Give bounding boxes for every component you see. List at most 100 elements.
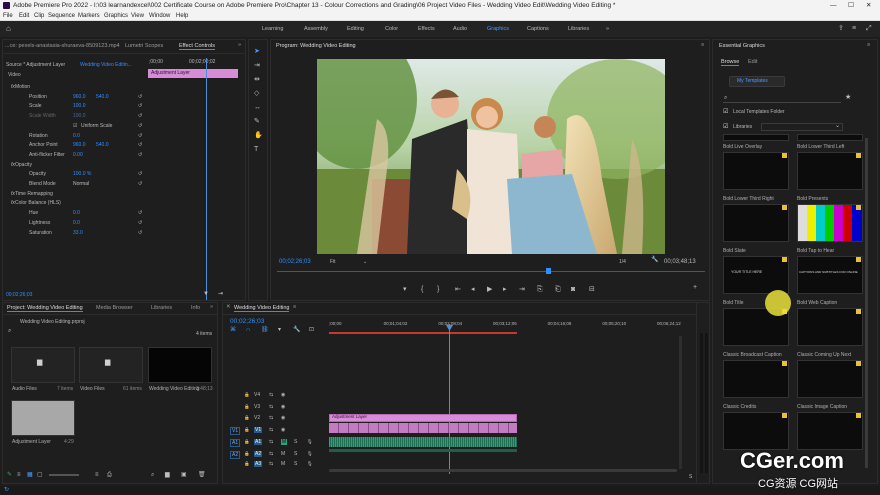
source-patch-label[interactable]: A1 [230,439,241,447]
sync-lock-icon[interactable]: ⇆ [269,404,273,410]
source-patch-label[interactable]: A2 [230,451,241,459]
template-thumbnail[interactable] [797,308,863,346]
marker-icon[interactable]: ▾ [403,286,407,294]
track-lock-icon[interactable]: 🔒 [244,427,250,433]
track-select-tool-icon[interactable]: ⇥ [254,62,260,70]
template-thumbnail[interactable] [723,152,789,190]
sync-lock-icon[interactable]: ⇆ [269,439,273,445]
lift-icon[interactable]: ⎘ [537,286,543,294]
reset-icon[interactable]: ↺ [138,210,142,216]
menu-help[interactable]: Help [176,11,188,21]
effect-row-value[interactable]: 0.0 [73,133,80,139]
template-thumbnail[interactable] [723,204,789,242]
fx-icon[interactable]: fx [11,162,15,168]
local-templates-checkbox[interactable]: ☑ [723,108,728,116]
fit-dropdown[interactable]: Fit [330,259,336,265]
favorite-star-icon[interactable]: ★ [845,94,851,102]
voiceover-mic-icon[interactable]: 🎙 [307,451,313,457]
type-tool-icon[interactable]: T [254,146,258,154]
toggle-output-eye-icon[interactable]: ◉ [281,427,285,433]
fit-chevron-icon[interactable]: ⌄ [363,259,367,265]
export-icon[interactable]: ⇥ [218,290,223,298]
automate-icon[interactable]: ⎙ [107,471,112,479]
panel-menu-icon[interactable]: ≡ [867,42,870,48]
track-label[interactable]: A2 [254,451,263,457]
workspace-audio[interactable]: Audio [453,21,467,37]
project-menu-icon[interactable]: » [210,304,213,310]
reset-icon[interactable]: ↺ [138,142,142,148]
minimize-button[interactable]: — [830,0,837,11]
adjustment-layer-thumbnail[interactable] [11,400,75,436]
sync-lock-icon[interactable]: ⇆ [269,427,273,433]
tab-project[interactable]: Project: Wedding Video Editing [7,305,83,312]
reset-icon[interactable]: ↺ [138,133,142,139]
fx-icon[interactable]: fx [11,191,15,197]
menu-file[interactable]: File [3,11,13,21]
fx-icon[interactable]: fx [11,84,15,90]
track-lock-icon[interactable]: 🔒 [244,415,250,421]
solo-button[interactable]: S [294,439,297,445]
libraries-dropdown[interactable] [761,123,843,131]
bin-audio-files[interactable] [11,347,75,383]
template-thumbnail[interactable] [797,134,863,141]
mark-in-icon[interactable]: { [421,286,423,294]
workspace-learning[interactable]: Learning [262,21,283,37]
menu-window[interactable]: Window [149,11,170,21]
bin-video-files[interactable] [79,347,143,383]
effect-row-value[interactable]: 960.0 [73,94,86,100]
tab-info[interactable]: Info [191,305,200,311]
hand-tool-icon[interactable]: ✋ [254,132,263,140]
add-button-icon[interactable]: + [693,284,697,292]
reset-icon[interactable]: ↺ [138,230,142,236]
dropdown-chevron-icon[interactable]: ⌄ [835,122,840,130]
effect-row-value-2[interactable]: 540.0 [96,142,109,148]
template-thumbnail[interactable] [797,204,863,242]
captions-icon[interactable]: ⊡ [309,326,314,334]
effect-row-value[interactable]: 0.00 [73,152,83,158]
track-lock-icon[interactable]: 🔒 [244,404,250,410]
mute-button[interactable]: M [281,461,285,467]
workspace-menu-icon[interactable]: » [606,21,609,37]
fx-icon[interactable]: fx [11,200,15,206]
template-thumbnail[interactable] [797,152,863,190]
template-thumbnail[interactable] [723,412,789,450]
voiceover-mic-icon[interactable]: 🎙 [307,439,313,445]
track-label[interactable]: V3 [254,404,260,410]
share-icon[interactable]: ⇪ [838,21,844,37]
progress-icon[interactable]: ≡ [852,21,856,37]
step-back-icon[interactable]: ◂ [471,286,475,294]
menu-edit[interactable]: Edit [19,11,29,21]
source-selector[interactable]: Source * Adjustment Layer [6,62,65,68]
menu-clip[interactable]: Clip [34,11,44,21]
sync-lock-icon[interactable]: ⇆ [269,415,273,421]
audio-track-a1-clips[interactable] [329,437,517,447]
track-lock-icon[interactable]: 🔒 [244,392,250,398]
timeline-timecode[interactable]: 00;02;26;03 [230,318,264,325]
timeline-settings-icon[interactable]: 🔧 [293,326,300,334]
effect-row-value[interactable]: 960.0 [73,142,86,148]
effect-row-value-2[interactable]: 540.0 [96,94,109,100]
track-lock-icon[interactable]: 🔒 [244,439,250,445]
sequence-selector[interactable]: Wedding Video Editin... [80,62,132,68]
timeline-v-scrollbar[interactable] [679,336,682,469]
toggle-output-eye-icon[interactable]: ◉ [281,392,285,398]
tab-edit[interactable]: Edit [748,59,757,65]
timeline-h-scrollbar[interactable] [329,469,677,472]
workspace-editing[interactable]: Editing [347,21,364,37]
effect-row-value[interactable]: 100.0 % [73,171,91,177]
reset-icon[interactable]: ↺ [138,94,142,100]
freeform-view-icon[interactable]: ▢ [37,471,43,479]
ripple-edit-tool-icon[interactable]: ⇹ [254,76,260,84]
timeline-menu-icon[interactable]: ≡ [293,304,296,310]
template-thumbnail[interactable] [797,412,863,450]
reset-icon[interactable]: ↺ [138,220,142,226]
menu-sequence[interactable]: Sequence [48,11,75,21]
extract-icon[interactable]: ⎗ [555,286,561,294]
razor-tool-icon[interactable]: ◇ [254,90,259,98]
tab-libraries[interactable]: Libraries [151,305,172,311]
tab-browse[interactable]: Browse [721,59,740,66]
effect-row-value[interactable]: 100.0 [73,113,86,119]
solo-button[interactable]: S [294,461,297,467]
effect-timecode[interactable]: 00;02;26;03 [6,292,32,298]
reset-icon[interactable]: ↺ [138,171,142,177]
